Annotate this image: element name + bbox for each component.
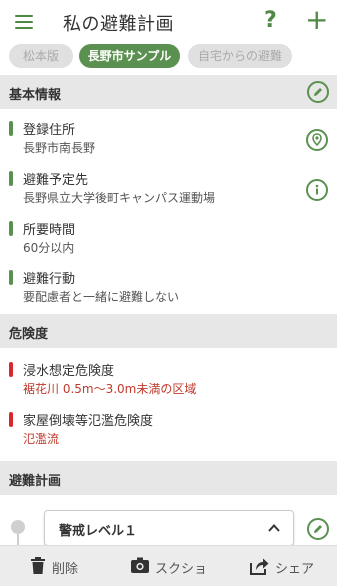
plan-row: 警戒レベル１	[0, 506, 337, 548]
share-button[interactable]: シェア	[250, 556, 320, 578]
help-button[interactable]: ?	[264, 8, 277, 33]
pencil-icon	[314, 525, 322, 533]
pencil-icon	[314, 88, 322, 96]
section-basic-info: 基本情報	[0, 75, 337, 109]
delete-label: 削除	[52, 562, 79, 577]
section-title: 避難計画	[9, 474, 62, 489]
item-marker	[9, 121, 13, 136]
info-icon[interactable]	[306, 179, 328, 201]
list-item: 所要時間 60分以内	[0, 217, 337, 265]
list-item: 避難予定先 長野県立大学後町キャンパス運動場	[0, 167, 337, 215]
add-plan-button[interactable]: +	[305, 6, 328, 34]
list-item: 避難行動 要配慮者と一緒に避難しない	[0, 266, 337, 314]
item-value: 要配慮者と一緒に避難しない	[23, 290, 180, 304]
item-marker	[9, 270, 13, 285]
share-icon	[250, 558, 269, 575]
page-title: 私の避難計画	[63, 14, 174, 35]
section-evacuation-plan: 避難計画	[0, 461, 337, 495]
tab-matsumoto[interactable]: 松本版	[9, 44, 73, 68]
location-pin-icon[interactable]	[306, 129, 328, 151]
alert-level-label: 警戒レベル１	[59, 524, 138, 539]
tab-from-home[interactable]: 自宅からの避難	[188, 44, 292, 68]
menu-icon[interactable]	[15, 15, 33, 29]
item-label: 避難予定先	[23, 173, 89, 188]
item-label: 浸水想定危険度	[23, 364, 115, 379]
camera-icon	[131, 557, 149, 573]
chevron-up-icon[interactable]	[267, 521, 281, 535]
edit-plan-button[interactable]	[307, 518, 329, 540]
item-value: 長野県立大学後町キャンパス運動場	[23, 191, 216, 205]
alert-level-card[interactable]: 警戒レベル１	[44, 510, 294, 546]
item-marker	[9, 412, 13, 427]
delete-button[interactable]: 削除	[30, 556, 85, 578]
tab-nagano-sample[interactable]: 長野市サンプル	[79, 44, 180, 68]
screenshot-label: スクショ	[155, 562, 208, 577]
timeline-dot	[11, 520, 25, 534]
item-label: 登録住所	[23, 123, 76, 138]
item-value: 長野市南長野	[23, 141, 96, 155]
list-item: 浸水想定危険度 裾花川 0.5m〜3.0m未満の区域	[0, 358, 337, 406]
item-marker	[9, 362, 13, 377]
item-value: 60分以内	[23, 241, 75, 255]
item-label: 避難行動	[23, 272, 76, 287]
plan-tabs: 松本版 長野市サンプル 自宅からの避難	[0, 44, 337, 70]
share-label: シェア	[275, 562, 315, 577]
item-marker	[9, 171, 13, 186]
list-item: 家屋倒壊等氾濫危険度 氾濫流	[0, 408, 337, 456]
item-marker	[9, 221, 13, 236]
item-value: 裾花川 0.5m〜3.0m未満の区域	[23, 382, 197, 396]
list-item: 登録住所 長野市南長野	[0, 117, 337, 165]
section-danger: 危険度	[0, 314, 337, 348]
section-title: 危険度	[9, 327, 49, 342]
item-label: 家屋倒壊等氾濫危険度	[23, 414, 154, 429]
item-label: 所要時間	[23, 223, 76, 238]
screenshot-button[interactable]: スクショ	[131, 556, 216, 578]
section-title: 基本情報	[9, 88, 62, 103]
bottom-action-bar: 削除 スクショ シェア	[0, 545, 337, 586]
app-header: 私の避難計画 ? +	[0, 0, 337, 40]
edit-basic-button[interactable]	[307, 81, 329, 103]
item-value: 氾濫流	[23, 432, 60, 446]
trash-icon	[31, 557, 45, 574]
